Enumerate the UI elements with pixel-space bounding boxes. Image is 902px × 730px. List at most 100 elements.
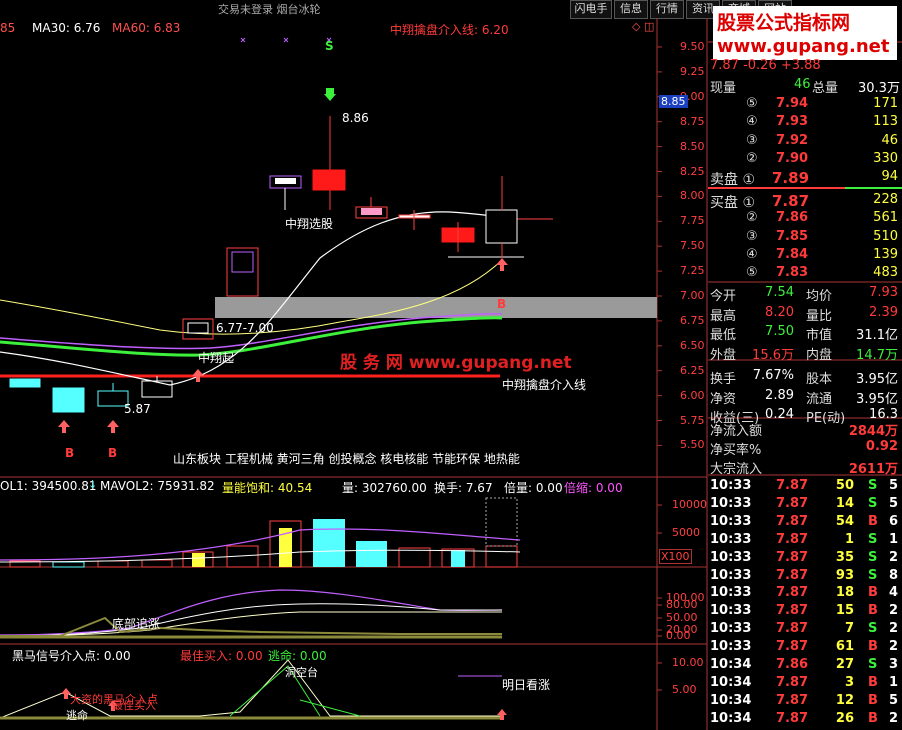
stat-row: 净资 2.89 流通 3.95亿 (710, 387, 898, 407)
select-label: 中翔选股 (285, 217, 334, 231)
turnover-label: 换手: 7.67 (434, 481, 493, 495)
tick-row: 10:33 7.87 50 S 5 (710, 478, 898, 493)
price-axis-label: 5.75 (680, 413, 705, 427)
logo-line1: 股票公式指标网 (717, 12, 851, 34)
double-vol-label: 倍量: 0.00 (504, 481, 563, 495)
indicator1-axis-label: 80.00 (666, 598, 698, 611)
entry-line-value: 中翔擒盘介入线: 6.20 (390, 23, 509, 37)
tick-row: 10:33 7.87 15 B 2 (710, 603, 898, 619)
ask-row: ④ 7.93 113 (746, 114, 898, 130)
buy-arrows (58, 88, 508, 433)
volume-axis-label: 5000 (672, 526, 700, 539)
bid-row: ④ 7.84 139 (746, 246, 898, 262)
dark-horse-label: 黑马信号介入点: 0.00 (12, 649, 131, 663)
price-axis-label: 6.50 (680, 338, 705, 352)
bid-row: ⑤ 7.83 483 (746, 265, 898, 281)
price-axis-label: 7.25 (680, 264, 705, 278)
tick-row: 10:33 7.87 93 S 8 (710, 567, 898, 583)
tick-row: 10:33 7.87 1 S 1 (710, 531, 898, 547)
price-axis-label: 7.00 (680, 289, 705, 302)
range-label: 6.77-7.00 (216, 321, 274, 335)
best-buy-label: 最佳买入: 0.00 (180, 649, 263, 663)
price-axis-label: 8.75 (680, 114, 705, 128)
logo-line2: www.gupang.net (717, 36, 890, 57)
tomorrow-label: 明日看涨 (502, 678, 551, 692)
indicator2-axis-ticks (657, 662, 662, 691)
buy-signal-1: B (65, 446, 75, 460)
ma-header-1: 85 (0, 21, 16, 35)
vol-down-icon: ↓ (88, 478, 98, 491)
stat-row: 今开 7.54 均价 7.93 (710, 285, 898, 304)
ma30-label: MA30: 6.76 (32, 21, 101, 35)
bid-row: ② 7.86 561 (746, 210, 898, 226)
price-axis-label: 9.50 (680, 40, 705, 53)
low-label: 5.87 (124, 402, 151, 416)
tick-row: 10:34 7.87 26 B 2 (710, 710, 898, 726)
bid-row: ③ 7.85 510 (746, 228, 898, 244)
tick-row: 10:34 7.87 3 B 1 (710, 674, 898, 690)
indicator1-axis-ticks (657, 597, 662, 637)
concept-tags: 山东板块 工程机械 黄河三角 创投概念 核电核能 节能环保 地热能 (173, 452, 520, 466)
buy-arrow-3 (192, 369, 204, 382)
price-axis-label: 7.75 (680, 214, 705, 228)
buy-arrow-4 (496, 258, 508, 271)
vol1-label: OL1: 394500.81 (0, 479, 97, 493)
volume-axis-label: 10000 (672, 498, 707, 511)
price-axis-label: 7.50 (680, 239, 705, 253)
entry-line-label: 中翔擒盘介入线 (502, 378, 587, 392)
ask-row: ② 7.90 330 (746, 150, 898, 166)
ask-row: ⑤ 7.94 171 (746, 96, 898, 111)
flow-row: 净买率% 0.92 (710, 439, 898, 458)
sell-arrow (324, 88, 336, 101)
tick-row: 10:33 7.87 18 B 4 (710, 585, 898, 601)
price-axis-label: 6.25 (680, 363, 705, 377)
shrink-label: 倍缩: 0.00 (564, 481, 623, 495)
tick-row: 10:34 7.87 12 B 5 (710, 692, 898, 708)
watermark-text: 股 务 网 www.gupang.net (340, 353, 572, 373)
candle-12 (485, 209, 518, 244)
price-axis-label: 6.00 (680, 388, 705, 402)
buy-signal-3: B (497, 297, 507, 311)
tick-row: 10:33 7.87 54 B 6 (710, 513, 898, 529)
indicator2-axis-label: 5.00 (672, 683, 697, 696)
price-axis-label: 9.25 (680, 64, 705, 78)
volume-axis-ticks (657, 504, 662, 534)
best-buy-point-label: 最佳买入 (112, 699, 156, 712)
buy-arrow-2 (107, 420, 119, 433)
tick-row: 10:33 7.87 7 S 2 (710, 621, 898, 637)
bid-row: 买盘 ① 7.87 228 (710, 192, 898, 211)
panel-icons[interactable]: ◇ ◫ (632, 20, 654, 33)
buy-signal-2: B (108, 446, 118, 460)
buy-arrow-1 (58, 420, 70, 433)
price-axis-label: 8.50 (680, 139, 705, 153)
indicator2-axis-label: 10.00 (672, 656, 704, 669)
volume-bars (0, 497, 521, 568)
ask-row: ③ 7.92 46 (746, 132, 898, 148)
indicator1-lines (0, 589, 503, 639)
price-axis-label: 6.75 (680, 313, 705, 327)
mavol2-label: MAVOL2: 75931.82 (100, 479, 215, 493)
escape-point-label: 逃命 (66, 709, 88, 722)
tick-row: 10:33 7.87 14 S 5 (710, 495, 898, 511)
stat-row: 外盘 15.6万 内盘 14.7万 (710, 347, 898, 363)
saturation-label: 量能饱和: 40.54 (222, 481, 313, 495)
candle-4 (141, 380, 173, 398)
quote-price-strip: 7.87 -0.26 +3.88 (710, 58, 821, 73)
price-axis-label: 5.50 (680, 438, 705, 452)
price-axis-label: 8.25 (680, 164, 705, 178)
hollow-label: 洞空台 (285, 666, 318, 679)
flow-row: 净流入额 2844万 (710, 424, 898, 439)
candle-1 (9, 378, 41, 388)
site-logo: 股票公式指标网 www.gupang.net (713, 6, 897, 60)
signal-marks (240, 37, 332, 43)
indicator1-axis-label: 0.00 (666, 629, 691, 642)
escape-label: 逃命: 0.00 (268, 649, 327, 663)
volume-unit-label: X100 (659, 549, 692, 564)
peak-label: 8.86 (342, 111, 369, 125)
tick-row: 10:33 7.87 61 B 2 (710, 639, 898, 655)
ma60-label: MA60: 6.83 (112, 21, 181, 35)
bottom-chase-label: 底部追涨 (112, 617, 161, 631)
start-label: 中翔起 (198, 351, 235, 365)
stat-row: 最低 7.50 市值 31.1亿 (710, 324, 898, 343)
ask-row: 卖盘 ① 7.89 94 (710, 169, 898, 189)
